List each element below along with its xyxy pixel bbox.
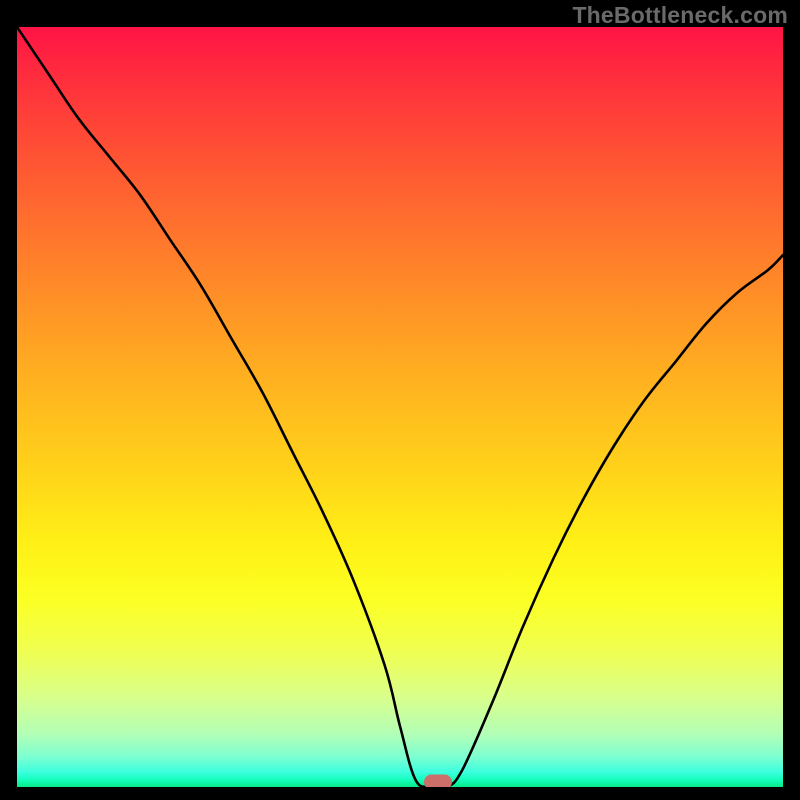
bottleneck-curve (17, 27, 783, 787)
optimum-marker (424, 775, 452, 788)
chart-container: TheBottleneck.com (0, 0, 800, 800)
plot-area (17, 27, 783, 787)
watermark-text: TheBottleneck.com (572, 2, 788, 29)
